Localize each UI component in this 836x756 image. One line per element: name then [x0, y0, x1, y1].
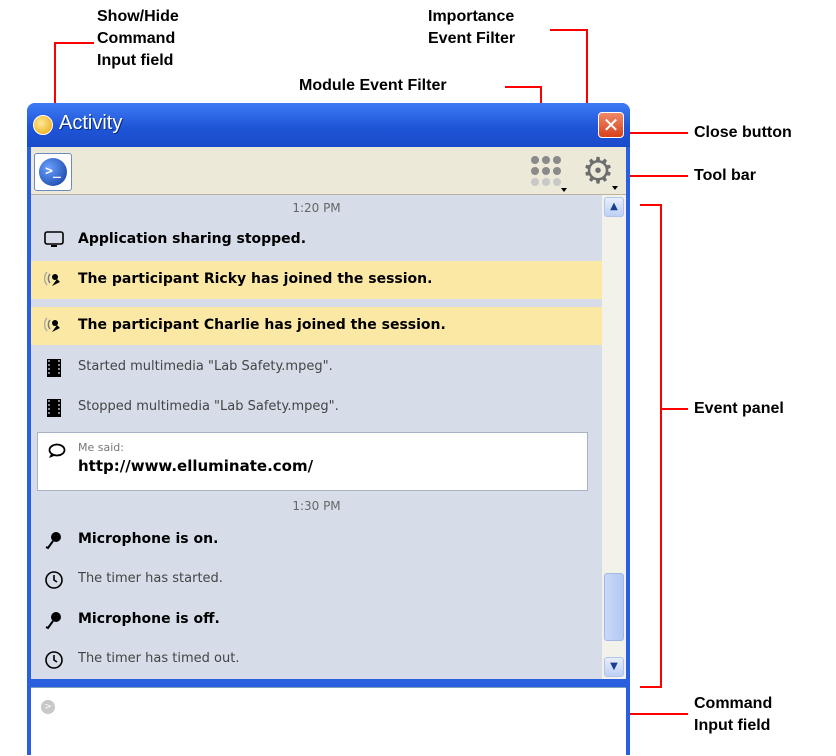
event-text: Application sharing stopped.	[78, 231, 307, 247]
dot-grid-icon	[553, 167, 561, 175]
annotation-line: Command	[97, 30, 176, 47]
scroll-thumb[interactable]	[604, 573, 624, 641]
dot-grid-icon	[542, 167, 550, 175]
event-text: Started multimedia "Lab Safety.mpeg".	[78, 359, 333, 374]
dot-grid-icon	[531, 178, 539, 186]
dropdown-caret-icon	[612, 186, 618, 190]
annotation-importance-filter: Importance Event Filter	[428, 6, 515, 50]
chat-message: Me said: http://www.elluminate.com/	[37, 432, 588, 491]
dot-grid-icon	[531, 156, 539, 164]
screen-icon	[44, 231, 64, 247]
callout-line	[640, 204, 662, 206]
timer-icon	[45, 571, 63, 589]
event-row: The timer has started.	[31, 561, 602, 599]
callout-line	[54, 42, 94, 44]
annotation-tool-bar: Tool bar	[694, 167, 756, 184]
annotation-line: Event Filter	[428, 30, 516, 47]
event-text: The participant Charlie has joined the s…	[78, 317, 446, 333]
callout-line	[626, 175, 688, 177]
event-panel: 1:20 PM Application sharing stopped. The…	[31, 195, 602, 679]
dot-grid-icon	[542, 156, 550, 164]
annotation-close-button: Close button	[694, 124, 792, 141]
callout-line	[660, 408, 688, 410]
callout-line	[640, 686, 662, 688]
annotation-line: Importance	[428, 8, 515, 25]
gear-icon: ⚙	[581, 151, 615, 192]
module-event-filter-button[interactable]	[531, 156, 567, 192]
event-text: Microphone is on.	[78, 531, 219, 547]
command-input-area: >	[31, 687, 626, 756]
scroll-down-button[interactable]: ▼	[604, 657, 624, 677]
chat-sender: Me said:	[78, 441, 124, 454]
scroll-up-button[interactable]: ▲	[604, 197, 624, 217]
speech-bubble-icon	[48, 443, 66, 458]
dot-grid-icon	[553, 178, 561, 186]
event-row: Stopped multimedia "Lab Safety.mpeg".	[31, 389, 602, 427]
timestamp: 1:20 PM	[292, 201, 341, 215]
event-text: The timer has timed out.	[78, 651, 240, 666]
importance-event-filter-button[interactable]: ⚙	[580, 151, 618, 192]
participant-icon	[44, 317, 60, 332]
timer-icon	[45, 651, 63, 669]
event-row: Microphone is on.	[31, 521, 602, 559]
callout-line	[628, 132, 688, 134]
command-prompt-icon: >_	[39, 158, 67, 186]
activity-window: Activity ✕ >_ ⚙ 1:20 PM Application shar	[27, 103, 630, 756]
event-row: The timer has timed out.	[31, 641, 602, 679]
annotation-line: Input field	[694, 717, 771, 734]
event-text: The timer has started.	[78, 571, 223, 586]
command-prompt-icon: >	[41, 700, 55, 714]
activity-app-icon	[33, 115, 53, 135]
command-input-field[interactable]	[63, 694, 617, 722]
annotation-line: Command	[694, 695, 773, 712]
film-icon	[47, 359, 61, 377]
dot-grid-icon	[553, 156, 561, 164]
chat-link[interactable]: http://www.elluminate.com/	[78, 457, 313, 475]
show-hide-command-button[interactable]: >_	[34, 153, 72, 191]
event-row: The participant Charlie has joined the s…	[31, 307, 602, 345]
callout-line	[660, 204, 662, 688]
annotation-command-input: Command Input field	[694, 693, 772, 737]
event-row: The participant Ricky has joined the ses…	[31, 261, 602, 299]
film-icon	[47, 399, 61, 417]
event-text: The participant Ricky has joined the ses…	[78, 271, 433, 287]
annotation-show-hide-command: Show/Hide Command Input field	[97, 6, 179, 72]
annotation-event-panel: Event panel	[694, 400, 784, 417]
title-bar: Activity ✕	[27, 103, 630, 147]
annotation-line: Show/Hide	[97, 8, 179, 25]
annotation-line: Input field	[97, 52, 174, 69]
callout-line	[550, 29, 588, 31]
microphone-icon	[45, 612, 61, 630]
dot-grid-icon	[542, 178, 550, 186]
window-title: Activity	[59, 112, 123, 134]
event-text: Stopped multimedia "Lab Safety.mpeg".	[78, 399, 339, 414]
callout-line	[626, 713, 688, 715]
microphone-icon	[45, 532, 61, 550]
event-text: Microphone is off.	[78, 611, 220, 627]
annotation-module-filter: Module Event Filter	[299, 77, 447, 94]
timestamp: 1:30 PM	[292, 499, 341, 513]
callout-line	[505, 86, 542, 88]
participant-icon	[44, 271, 60, 286]
dot-grid-icon	[531, 167, 539, 175]
event-panel-scrollbar[interactable]: ▲ ▼	[602, 195, 626, 679]
dropdown-caret-icon	[561, 188, 567, 192]
event-row: Application sharing stopped.	[31, 221, 602, 259]
event-row: Started multimedia "Lab Safety.mpeg".	[31, 349, 602, 387]
tool-bar: >_ ⚙	[31, 147, 626, 195]
event-row: Microphone is off.	[31, 601, 602, 639]
close-button[interactable]: ✕	[598, 112, 624, 138]
